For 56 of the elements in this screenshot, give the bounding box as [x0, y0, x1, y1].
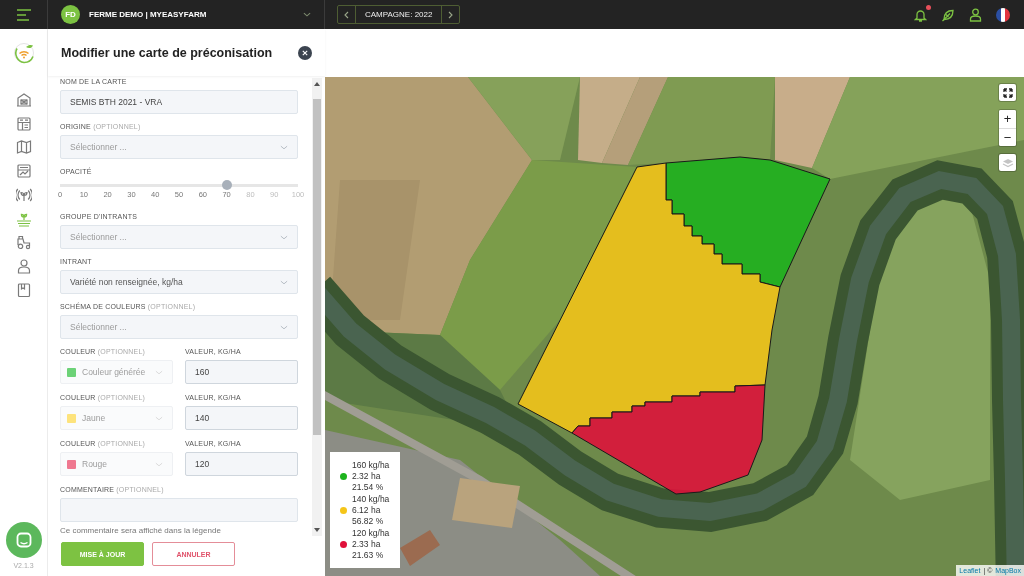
- logo-icon[interactable]: [12, 42, 35, 64]
- legend-area: 2.33 ha: [352, 538, 390, 550]
- select-field[interactable]: Variété non renseignée, kg/ha: [60, 270, 298, 294]
- barn-icon[interactable]: [15, 91, 32, 108]
- plant-signal-icon[interactable]: [15, 186, 32, 203]
- chevron-right-icon: [448, 10, 454, 19]
- caret-down-icon[interactable]: [314, 528, 320, 532]
- slider-thumb[interactable]: [221, 180, 232, 190]
- chevron-down-icon[interactable]: [303, 12, 311, 17]
- user-icon[interactable]: [15, 258, 32, 275]
- document-icon[interactable]: [15, 281, 32, 298]
- help-text: Ce commentaire sera affiché dans la légende: [60, 526, 222, 536]
- layers-icon: [1001, 157, 1014, 168]
- text-field[interactable]: SEMIS BTH 2021 - VRA: [60, 90, 298, 114]
- chevron-left-icon: [344, 10, 349, 19]
- chevron-down-icon: [280, 279, 288, 285]
- zoom-out-button[interactable]: −: [999, 128, 1016, 146]
- chevron-down-icon: [280, 144, 288, 150]
- leaf-icon[interactable]: [941, 7, 955, 22]
- legend-area: 6.12 ha: [352, 504, 390, 516]
- comment-field[interactable]: [60, 498, 298, 522]
- close-icon: [302, 49, 308, 56]
- panel-title: Modifier une carte de préconisation: [61, 45, 274, 60]
- menu-icon[interactable]: [15, 8, 32, 21]
- chat-icon: [15, 532, 32, 548]
- select-field[interactable]: Sélectionner ...: [60, 225, 298, 249]
- select-field[interactable]: Sélectionner ...: [60, 135, 298, 159]
- legend-rate: 140 kg/ha: [352, 493, 390, 505]
- caret-up-icon[interactable]: [314, 82, 320, 86]
- map-icon[interactable]: [15, 139, 32, 156]
- close-button[interactable]: [298, 45, 312, 60]
- chart-icon[interactable]: [15, 163, 32, 180]
- dashboard-icon[interactable]: [15, 115, 32, 132]
- chevron-down-icon: [155, 369, 163, 375]
- legend-share: 21.54 %: [352, 481, 385, 493]
- legend-share: 21.63 %: [352, 549, 385, 561]
- farm-name[interactable]: FERME DEMO | MYEASYFARM: [89, 10, 303, 19]
- chat-button[interactable]: [5, 522, 42, 558]
- farm-avatar: FD: [61, 5, 80, 24]
- chevron-down-icon: [155, 461, 163, 467]
- chevron-down-icon: [280, 324, 288, 330]
- chevron-down-icon: [155, 415, 163, 421]
- legend-rate: 160 kg/ha: [352, 459, 390, 471]
- bell-icon[interactable]: [914, 7, 927, 22]
- fullscreen-button[interactable]: [999, 84, 1016, 101]
- fullscreen-icon: [1002, 87, 1013, 98]
- select-field[interactable]: Sélectionner ...: [60, 315, 298, 339]
- legend-share: 56.82 %: [352, 515, 385, 527]
- campaign-label: CAMPAGNE: 2022: [364, 9, 434, 21]
- legend-area: 2.32 ha: [352, 470, 390, 482]
- chevron-down-icon: [280, 234, 288, 240]
- user-icon[interactable]: [969, 7, 982, 22]
- scrollbar[interactable]: [312, 78, 322, 536]
- legend-rate: 120 kg/ha: [352, 527, 390, 539]
- tractor-icon[interactable]: [15, 234, 32, 251]
- flag-icon[interactable]: [996, 7, 1010, 22]
